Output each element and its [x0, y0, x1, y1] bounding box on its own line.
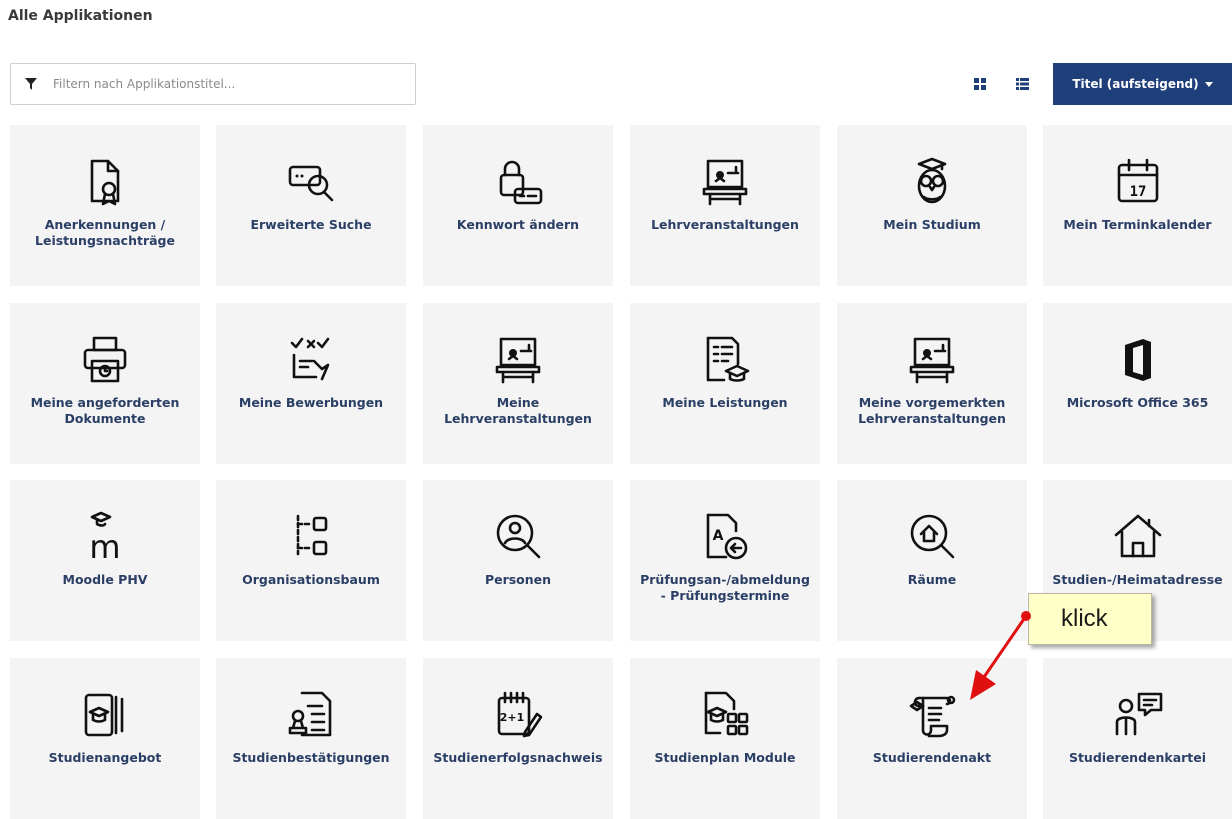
grid-view-button[interactable] — [972, 76, 988, 92]
app-tile-label: Meine angeforderten Dokumente — [30, 395, 180, 426]
app-tile-label: Meine Bewerbungen — [238, 395, 384, 410]
app-tile-label: Studierendenakt — [872, 750, 992, 765]
app-tile-prüfungsan-abmeldung-prüfungstermine[interactable]: A Prüfungsan-/abmeldung - Prüfungstermine — [630, 480, 820, 641]
home-icon — [1043, 510, 1232, 564]
certificate-document-icon — [10, 155, 200, 209]
grid-icon — [974, 78, 986, 90]
printer-document-icon — [10, 333, 200, 387]
app-tile-label: Studienplan Module — [654, 750, 796, 765]
app-tile-label: Meine vorgemerkten Lehrveranstaltungen — [858, 395, 1006, 426]
app-grid: Anerkennungen / Leistungsnachträge Erweit… — [10, 125, 1232, 819]
owl-graduate-icon — [837, 155, 1027, 209]
annotation-callout: klick — [1028, 593, 1152, 645]
app-tile-studienplan-module[interactable]: Studienplan Module — [630, 658, 820, 819]
app-tile-label: Organisationsbaum — [242, 572, 380, 587]
app-tile-label: Meine Lehrveranstaltungen — [444, 395, 592, 426]
app-tile-label: Lehrveranstaltungen — [651, 217, 799, 232]
app-tile-label: Studierendenkartei — [1068, 750, 1207, 765]
app-tile-moodle-phv[interactable]: m Moodle PHV — [10, 480, 200, 641]
moodle-icon: m — [10, 510, 200, 564]
annotation-text: klick — [1061, 605, 1108, 632]
app-tile-label: Microsoft Office 365 — [1066, 395, 1209, 410]
svg-text:m: m — [89, 528, 120, 564]
app-tile-meine-vorgemerkten-lehrveranstaltungen[interactable]: Meine vorgemerkten Lehrveranstaltungen — [837, 303, 1027, 464]
app-tile-studienangebot[interactable]: Studienangebot — [10, 658, 200, 819]
app-tile-label: Erweiterte Suche — [250, 217, 372, 232]
lecture-board-icon — [837, 333, 1027, 387]
app-tile-label: Moodle PHV — [62, 572, 148, 587]
list-view-button[interactable] — [1014, 76, 1030, 92]
app-tile-label: Prüfungsan-/abmeldung - Prüfungstermine — [640, 572, 810, 603]
person-chat-icon — [1043, 688, 1232, 742]
app-tile-studierendenakt[interactable]: Studierendenakt — [837, 658, 1027, 819]
calendar-icon: 17 — [1043, 155, 1232, 209]
lecture-board-icon — [423, 333, 613, 387]
svg-text:A: A — [713, 528, 724, 544]
app-tile-label: Studienbestätigungen — [232, 750, 390, 765]
app-tile-label: Studienangebot — [48, 750, 162, 765]
app-tile-studienbestätigungen[interactable]: Studienbestätigungen — [216, 658, 406, 819]
filter-input[interactable] — [51, 76, 375, 92]
app-tile-label: Personen — [484, 572, 552, 587]
app-tile-mein-terminkalender[interactable]: 17 Mein Terminkalender — [1043, 125, 1232, 286]
person-search-icon — [423, 510, 613, 564]
study-plan-modules-icon — [630, 688, 820, 742]
list-icon — [1015, 78, 1029, 90]
confirmation-stamp-icon — [216, 688, 406, 742]
app-tile-kennwort-ändern[interactable]: Kennwort ändern — [423, 125, 613, 286]
grades-document-icon — [630, 333, 820, 387]
app-tile-meine-angeforderten-dokumente[interactable]: Meine angeforderten Dokumente — [10, 303, 200, 464]
app-tile-label: Kennwort ändern — [456, 217, 580, 232]
lock-password-icon — [423, 155, 613, 209]
app-tile-label: Anerkennungen / Leistungsnachträge — [35, 217, 175, 248]
filter-box[interactable] — [10, 63, 416, 105]
app-tile-meine-bewerbungen[interactable]: Meine Bewerbungen — [216, 303, 406, 464]
app-tile-label: Mein Studium — [883, 217, 981, 232]
study-success-icon: 2+1 — [423, 688, 613, 742]
advanced-search-icon — [216, 155, 406, 209]
exam-registration-icon: A — [630, 510, 820, 564]
room-search-icon — [837, 510, 1027, 564]
chevron-down-icon — [1204, 81, 1213, 87]
app-tile-anerkennungen-leistungsnachträge[interactable]: Anerkennungen / Leistungsnachträge — [10, 125, 200, 286]
app-tile-label: Studien-/Heimatadresse — [1052, 572, 1223, 587]
app-tile-personen[interactable]: Personen — [423, 480, 613, 641]
app-tile-meine-leistungen[interactable]: Meine Leistungen — [630, 303, 820, 464]
application-hand-icon — [216, 333, 406, 387]
app-tile-meine-lehrveranstaltungen[interactable]: Meine Lehrveranstaltungen — [423, 303, 613, 464]
app-tile-lehrveranstaltungen[interactable]: Lehrveranstaltungen — [630, 125, 820, 286]
page-title: Alle Applikationen — [8, 8, 153, 24]
app-tile-mein-studium[interactable]: Mein Studium — [837, 125, 1027, 286]
app-tile-erweiterte-suche[interactable]: Erweiterte Suche — [216, 125, 406, 286]
sort-dropdown-button[interactable]: Titel (aufsteigend) — [1053, 63, 1232, 105]
app-tile-microsoft-office-365[interactable]: Microsoft Office 365 — [1043, 303, 1232, 464]
app-tile-label: Meine Leistungen — [662, 395, 788, 410]
sort-label: Titel (aufsteigend) — [1072, 77, 1199, 91]
scroll-file-icon — [837, 688, 1027, 742]
app-tile-label: Räume — [907, 572, 957, 587]
app-tile-label: Studienerfolgsnachweis — [433, 750, 603, 765]
office-365-icon — [1043, 333, 1232, 387]
study-catalog-icon — [10, 688, 200, 742]
app-tile-räume[interactable]: Räume — [837, 480, 1027, 641]
app-tile-label: Mein Terminkalender — [1063, 217, 1212, 232]
app-tile-studienerfolgsnachweis[interactable]: 2+1 Studienerfolgsnachweis — [423, 658, 613, 819]
org-tree-icon — [216, 510, 406, 564]
svg-text:17: 17 — [1129, 184, 1146, 200]
filter-icon — [25, 77, 39, 91]
svg-text:2+1: 2+1 — [500, 711, 525, 724]
app-tile-organisationsbaum[interactable]: Organisationsbaum — [216, 480, 406, 641]
app-tile-studierendenkartei[interactable]: Studierendenkartei — [1043, 658, 1232, 819]
lecture-board-icon — [630, 155, 820, 209]
